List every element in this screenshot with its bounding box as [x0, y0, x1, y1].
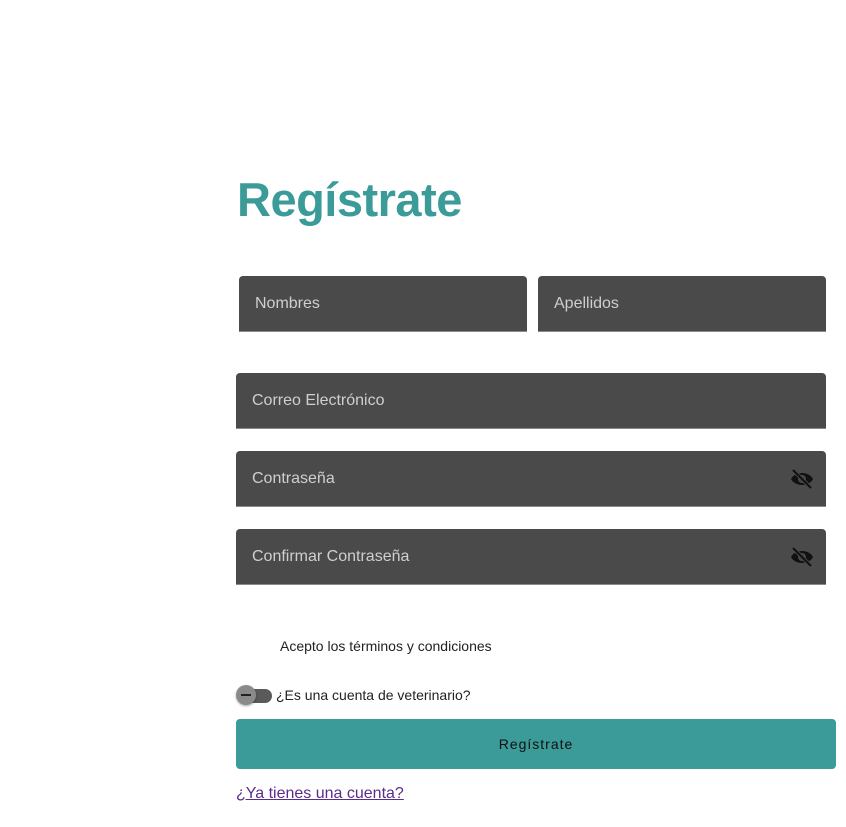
password-field[interactable]: [236, 451, 826, 507]
confirm-password-input[interactable]: [236, 529, 826, 585]
eye-off-icon[interactable]: [790, 546, 814, 568]
register-button[interactable]: Regístrate: [236, 719, 836, 769]
password-input[interactable]: [236, 451, 826, 507]
page-title: Regístrate: [237, 173, 462, 226]
last-name-field[interactable]: [538, 276, 826, 332]
login-link[interactable]: ¿Ya tienes una cuenta?: [236, 785, 404, 803]
email-field[interactable]: [236, 373, 826, 429]
vet-account-toggle-row: ¿Es una cuenta de veterinario?: [236, 684, 471, 706]
toggle-thumb: [236, 685, 256, 705]
register-page: Regístrate Nombres Apellidos Correo Elec…: [0, 0, 846, 827]
vet-account-toggle[interactable]: [236, 685, 272, 705]
first-name-input[interactable]: [239, 276, 527, 332]
last-name-input[interactable]: [538, 276, 826, 332]
terms-checkbox-label[interactable]: Acepto los términos y condiciones: [280, 637, 492, 655]
first-name-field[interactable]: [239, 276, 527, 332]
email-input[interactable]: [236, 373, 826, 429]
eye-off-icon[interactable]: [790, 468, 814, 490]
confirm-password-field[interactable]: [236, 529, 826, 585]
vet-account-label: ¿Es una cuenta de veterinario?: [276, 687, 471, 703]
